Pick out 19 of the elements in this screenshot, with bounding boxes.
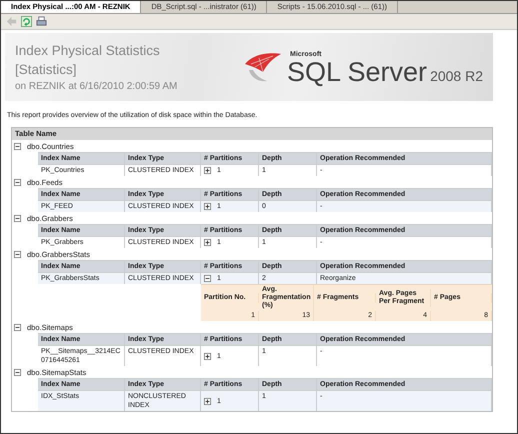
collapse-icon[interactable]	[14, 214, 21, 222]
printer-icon[interactable]	[36, 16, 47, 27]
collapse-icon[interactable]	[14, 142, 21, 150]
collapse-icon[interactable]	[204, 275, 211, 282]
collapse-icon[interactable]	[14, 324, 21, 330]
expand-icon[interactable]	[204, 167, 211, 174]
expand-icon[interactable]	[204, 203, 211, 210]
collapse-icon[interactable]	[14, 368, 21, 376]
collapse-icon[interactable]	[14, 178, 21, 186]
collapse-icon[interactable]	[14, 250, 21, 258]
report-title: Index Physical Statistics	[15, 42, 161, 60]
logo-product: SQL Server	[287, 58, 428, 84]
logo-version: 2008 R2	[430, 72, 483, 80]
expand-icon[interactable]	[204, 239, 211, 246]
server-line: on REZNIK at 6/16/2010 2:00:59 AM	[15, 80, 178, 94]
refresh-icon[interactable]	[21, 16, 32, 27]
report-subtitle: [Statistics]	[15, 60, 78, 78]
expand-icon[interactable]	[204, 398, 211, 404]
expand-icon[interactable]	[204, 352, 211, 360]
